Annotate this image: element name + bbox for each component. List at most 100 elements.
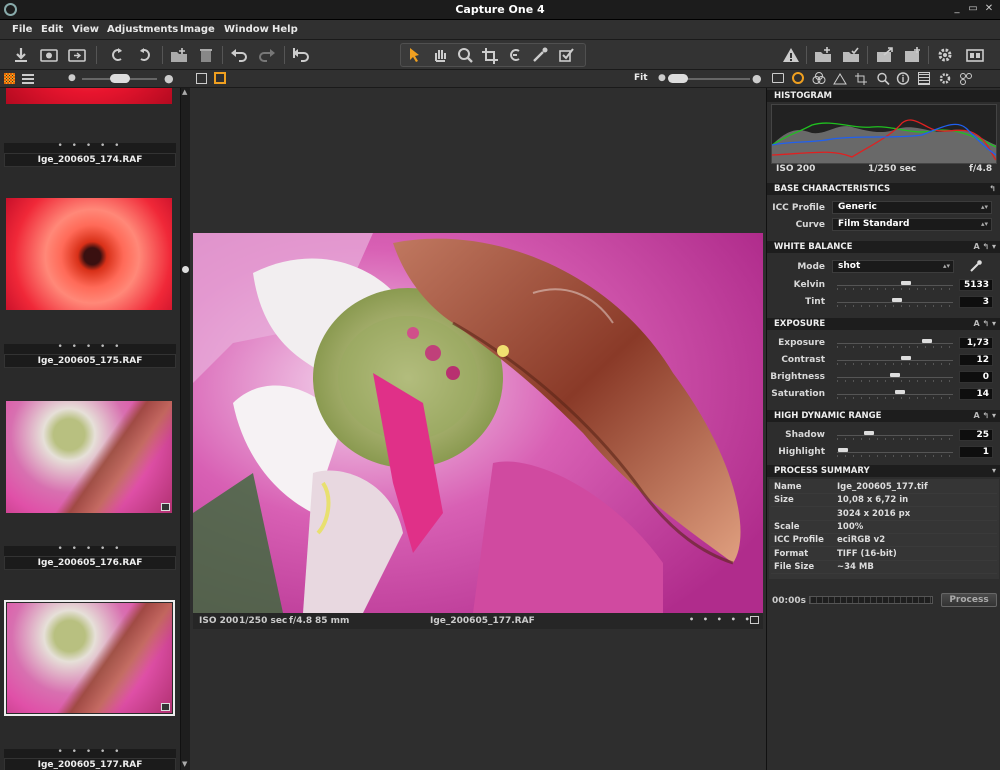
hdr-slider[interactable] (837, 428, 953, 442)
menu-view[interactable]: View (72, 24, 99, 35)
straighten-icon[interactable] (504, 45, 526, 65)
batch-tab-icon[interactable] (959, 72, 973, 85)
warning-icon[interactable] (780, 45, 802, 65)
thumbnail-image[interactable] (6, 401, 172, 513)
capture-icon[interactable] (38, 45, 60, 65)
process-summary-header[interactable]: PROCESS SUMMARY ▾ (767, 465, 1000, 477)
exposure-slider[interactable] (837, 336, 953, 350)
zoom-slider-knob[interactable] (668, 74, 688, 83)
thumb-size-knob[interactable] (110, 74, 130, 83)
exposure-value[interactable]: 1,73 (959, 337, 993, 349)
quick-tab-icon[interactable] (792, 72, 804, 84)
exposure-value[interactable]: 12 (959, 354, 993, 366)
compare-icon[interactable] (66, 45, 88, 65)
menu-window[interactable]: Window (224, 24, 269, 35)
tint-value[interactable]: 3 (959, 296, 993, 308)
single-view-icon[interactable] (214, 72, 226, 84)
section-collapse-icon[interactable]: ▾ (992, 465, 996, 477)
close-button[interactable]: ✕ (982, 3, 996, 15)
browser-scrollbar[interactable]: ▲ ▼ (180, 88, 190, 770)
hdr-header[interactable]: HIGH DYNAMIC RANGE A ↰ ▾ (767, 410, 1000, 422)
base-characteristics-header[interactable]: BASE CHARACTERISTICS ↰ (767, 183, 1000, 195)
thumbnail-rating[interactable]: • • • • • (4, 343, 176, 354)
selected-thumbnail-frame[interactable] (4, 600, 175, 716)
thumbnail-rating[interactable]: • • • • • (4, 545, 176, 556)
select-icon[interactable] (404, 45, 426, 65)
color-tab-icon[interactable] (812, 72, 826, 85)
hdr-slider[interactable] (837, 445, 953, 459)
output-tab-icon[interactable] (918, 72, 930, 85)
focus-tab-icon[interactable] (876, 72, 890, 86)
rotate-left-icon[interactable] (106, 45, 128, 65)
exposure-slider[interactable] (837, 387, 953, 401)
tint-slider[interactable] (837, 295, 953, 309)
hdr-value[interactable]: 1 (959, 446, 993, 458)
exposure-value[interactable]: 0 (959, 371, 993, 383)
collection-check-icon[interactable] (840, 45, 862, 65)
menu-adjustments[interactable]: Adjustments (107, 24, 178, 35)
process-button[interactable]: Process (941, 593, 997, 607)
menu-help[interactable]: Help (272, 24, 298, 35)
section-menu-icon[interactable]: A ↰ ▾ (974, 318, 996, 330)
main-image[interactable] (193, 233, 763, 613)
exposure-tab-icon[interactable] (833, 72, 847, 85)
export-icon[interactable] (874, 45, 896, 65)
add-collection-icon[interactable] (812, 45, 834, 65)
grid-view-icon[interactable] (4, 73, 15, 84)
zoom-icon[interactable] (454, 45, 476, 65)
section-menu-icon[interactable]: A ↰ ▾ (974, 241, 996, 253)
section-menu-icon[interactable]: A ↰ ▾ (974, 410, 996, 422)
list-view-icon[interactable] (22, 73, 34, 84)
hand-icon[interactable] (429, 45, 451, 65)
checkbox-icon[interactable] (556, 45, 578, 65)
menu-edit[interactable]: Edit (41, 24, 63, 35)
kelvin-slider[interactable] (837, 278, 953, 292)
rotate-right-icon[interactable] (134, 45, 156, 65)
icc-profile-select[interactable]: Generic ▴▾ (832, 201, 992, 214)
exposure-slider[interactable] (837, 353, 953, 367)
slider-knob[interactable] (892, 298, 902, 302)
metadata-tab-icon[interactable] (896, 72, 910, 85)
undo-icon[interactable] (228, 45, 250, 65)
library-tab-icon[interactable] (772, 73, 784, 83)
slider-knob[interactable] (895, 390, 905, 394)
thumbnail-image[interactable] (6, 198, 172, 310)
settings-icon[interactable] (934, 45, 956, 65)
slider-knob[interactable] (901, 281, 911, 285)
menu-image[interactable]: Image (180, 24, 215, 35)
menu-file[interactable]: File (12, 24, 32, 35)
histogram-header[interactable]: HISTOGRAM (767, 90, 1000, 102)
hdr-value[interactable]: 25 (959, 429, 993, 441)
info-rating[interactable]: • • • • • (689, 615, 753, 624)
scrollbar-thumb[interactable] (182, 266, 189, 273)
kelvin-value[interactable]: 5133 (959, 279, 993, 291)
fullscreen-icon[interactable] (964, 45, 986, 65)
color-picker-icon[interactable] (529, 45, 551, 65)
thumbnail-image[interactable] (7, 603, 172, 713)
slider-knob[interactable] (890, 373, 900, 377)
batch-icon[interactable] (902, 45, 924, 65)
section-menu-icon[interactable]: ↰ (989, 183, 996, 195)
curve-select[interactable]: Film Standard ▴▾ (832, 218, 992, 231)
thumbnail-rating[interactable]: • • • • • (4, 142, 176, 153)
multi-view-icon[interactable] (196, 73, 207, 84)
minimize-button[interactable]: _ (950, 3, 964, 15)
slider-knob[interactable] (922, 339, 932, 343)
lens-tab-icon[interactable] (854, 72, 868, 85)
white-balance-header[interactable]: WHITE BALANCE A ↰ ▾ (767, 241, 1000, 253)
slider-knob[interactable] (864, 431, 874, 435)
import-icon[interactable] (10, 45, 32, 65)
fit-label[interactable]: Fit (634, 73, 648, 83)
new-folder-icon[interactable] (168, 45, 190, 65)
reset-icon[interactable] (290, 45, 312, 65)
adjustments-tab-icon[interactable] (938, 72, 952, 85)
trash-icon[interactable] (195, 45, 217, 65)
scroll-down-icon[interactable]: ▼ (182, 760, 189, 768)
redo-icon[interactable] (256, 45, 278, 65)
wb-picker-icon[interactable] (969, 259, 983, 273)
exposure-value[interactable]: 14 (959, 388, 993, 400)
thumbnail-image[interactable] (6, 88, 172, 104)
exposure-header[interactable]: EXPOSURE A ↰ ▾ (767, 318, 1000, 330)
crop-icon[interactable] (479, 45, 501, 65)
scroll-up-icon[interactable]: ▲ (182, 88, 189, 96)
